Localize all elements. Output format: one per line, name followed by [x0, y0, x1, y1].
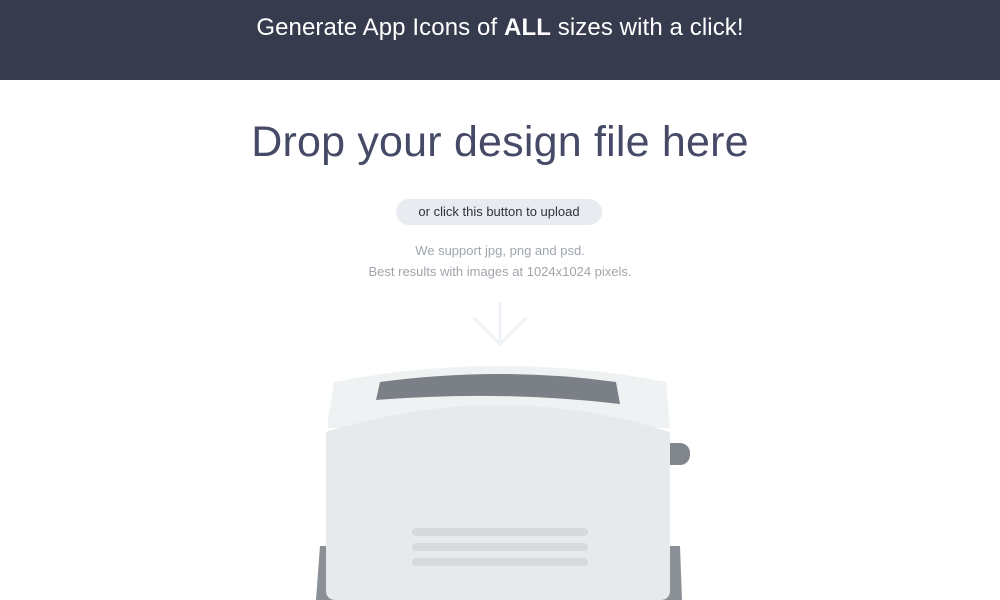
- supported-formats-info: We support jpg, png and psd. Best result…: [0, 240, 1000, 282]
- header-banner: Generate App Icons of ALL sizes with a c…: [0, 0, 1000, 80]
- drop-zone-title: Drop your design file here: [251, 118, 749, 166]
- toaster-illustration: [316, 366, 690, 600]
- banner-text-suffix: sizes with a click!: [550, 14, 744, 41]
- page: Generate App Icons of ALL sizes with a c…: [0, 0, 1000, 600]
- banner-text-prefix: Generate App Icons of: [256, 14, 505, 41]
- down-arrow-icon: [472, 302, 528, 346]
- best-resolution-text: Best results with images at 1024x1024 pi…: [368, 264, 632, 279]
- toaster-body: [326, 405, 670, 600]
- toaster-vent: [412, 543, 588, 551]
- supported-formats-text: We support jpg, png and psd.: [415, 243, 585, 258]
- upload-button[interactable]: or click this button to upload: [396, 199, 602, 225]
- toaster-vent: [412, 558, 588, 566]
- toaster-vent: [412, 528, 588, 536]
- banner-text-emphasis: ALL: [504, 14, 551, 41]
